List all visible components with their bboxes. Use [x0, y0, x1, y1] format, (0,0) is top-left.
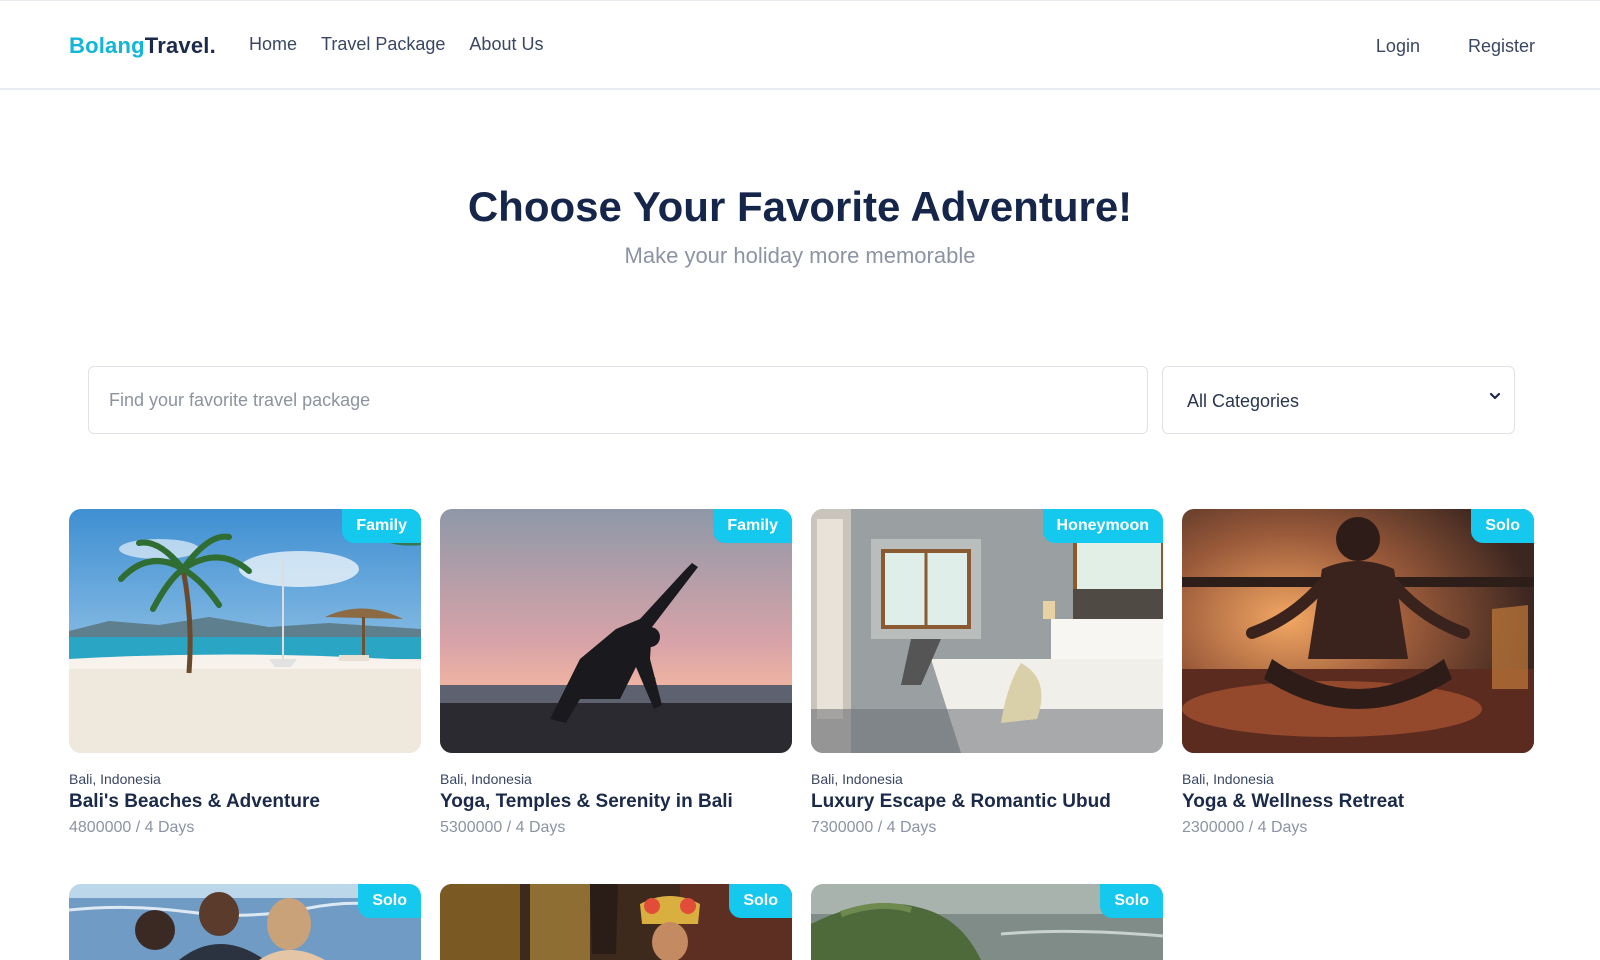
nav-links: Home Travel Package About Us [249, 34, 543, 55]
package-price: 2300000 / 4 Days [1182, 819, 1308, 836]
category-badge: Family [713, 509, 792, 543]
package-card[interactable]: Solo [811, 884, 1163, 960]
package-card[interactable]: Solo [440, 884, 792, 960]
category-selected-value: All Categories [1187, 391, 1300, 411]
brand-part1: Bolang [69, 33, 145, 58]
auth-links: Login Register [1376, 36, 1535, 57]
package-card[interactable]: Solo Bali, Indonesia Yoga & Wellness Ret… [1182, 509, 1534, 837]
search-input[interactable] [88, 366, 1148, 434]
category-select[interactable]: All Categories [1162, 366, 1515, 434]
cliff-sea-photo: Solo [811, 884, 1163, 960]
package-location: Bali, Indonesia [1182, 771, 1274, 787]
package-card[interactable]: Family Bali, Indonesia Bali's Beaches & … [69, 509, 421, 837]
meditation-photo: Solo [1182, 509, 1534, 753]
nav-about-us[interactable]: About Us [469, 34, 543, 55]
category-badge: Solo [1100, 884, 1163, 918]
package-location: Bali, Indonesia [440, 771, 532, 787]
package-price: 5300000 / 4 Days [440, 819, 566, 836]
package-price: 7300000 / 4 Days [811, 819, 937, 836]
package-name[interactable]: Luxury Escape & Romantic Ubud [811, 791, 1163, 813]
category-badge: Family [342, 509, 421, 543]
package-name[interactable]: Yoga, Temples & Serenity in Bali [440, 791, 792, 813]
register-link[interactable]: Register [1468, 36, 1535, 57]
package-card[interactable]: Family Bali, Indonesia Yoga, Temples & S… [440, 509, 792, 837]
login-link[interactable]: Login [1376, 36, 1420, 57]
package-price: 4800000 / 4 Days [69, 819, 195, 836]
hero-subtitle: Make your holiday more memorable [624, 243, 976, 268]
navbar: BolangTravel. Home Travel Package About … [0, 0, 1600, 90]
package-card[interactable]: Solo [69, 884, 421, 960]
category-badge: Solo [1471, 509, 1534, 543]
package-card[interactable]: Honeymoon Bali, Indonesia Luxury Escape … [811, 509, 1163, 837]
package-name[interactable]: Bali's Beaches & Adventure [69, 791, 421, 813]
package-name[interactable]: Yoga & Wellness Retreat [1182, 791, 1534, 813]
package-location: Bali, Indonesia [69, 771, 161, 787]
balinese-dancer-photo: Solo [440, 884, 792, 960]
category-badge: Solo [358, 884, 421, 918]
yoga-sunset-photo: Family [440, 509, 792, 753]
nav-travel-package[interactable]: Travel Package [321, 34, 445, 55]
category-badge: Honeymoon [1042, 509, 1163, 543]
nav-home[interactable]: Home [249, 34, 297, 55]
hero-title: Choose Your Favorite Adventure! [467, 183, 1133, 230]
family-sea-photo: Solo [69, 884, 421, 960]
beach-photo: Family [69, 509, 421, 753]
package-location: Bali, Indonesia [811, 771, 903, 787]
brand-part2: Travel. [144, 33, 216, 58]
category-badge: Solo [729, 884, 792, 918]
chevron-down-icon [1489, 392, 1501, 400]
bedroom-photo: Honeymoon [811, 509, 1163, 753]
brand-logo[interactable]: BolangTravel. [69, 33, 216, 59]
